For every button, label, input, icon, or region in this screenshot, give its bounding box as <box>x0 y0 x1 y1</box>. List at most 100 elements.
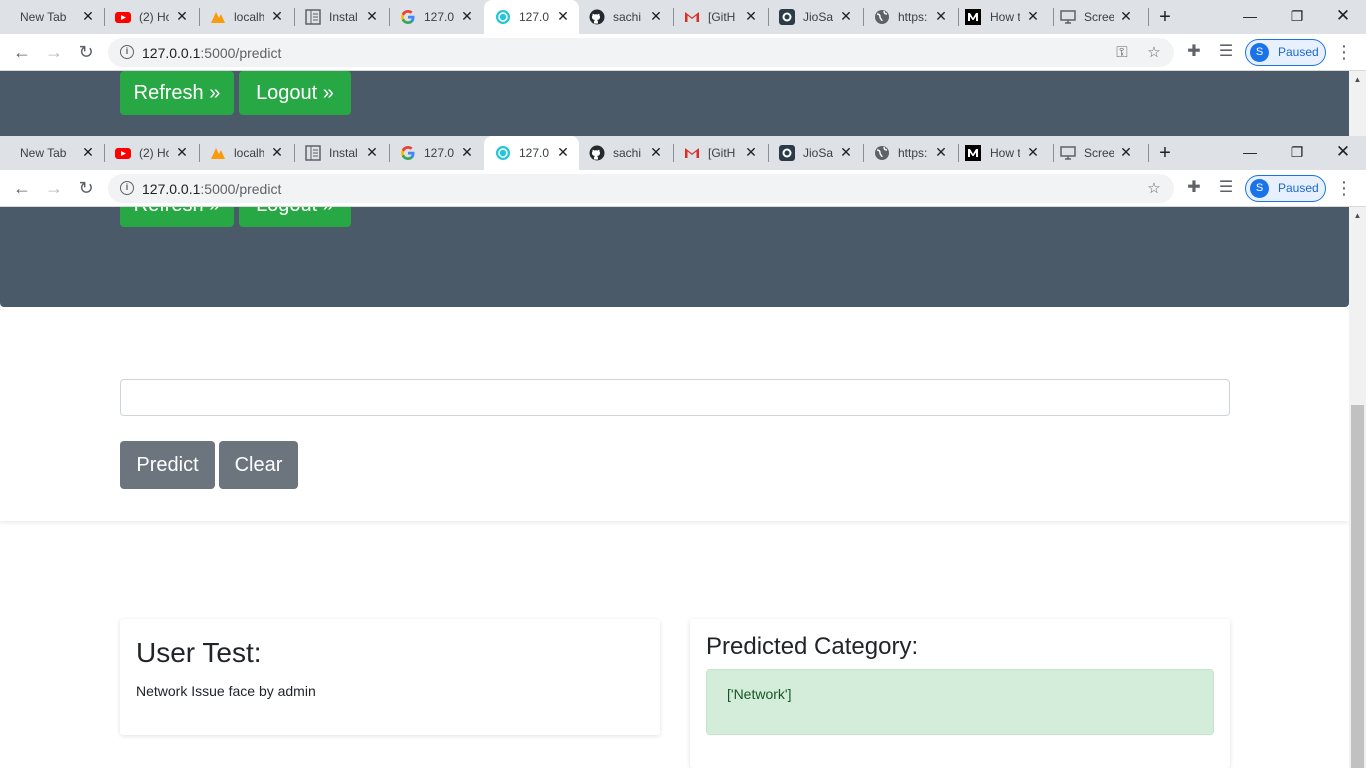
close-icon[interactable]: ✕ <box>174 144 190 160</box>
close-icon[interactable]: ✕ <box>80 144 96 160</box>
close-window-button[interactable]: ✕ <box>1333 6 1353 26</box>
screen-icon <box>1060 146 1076 160</box>
tab-screen[interactable]: Scree ✕ <box>1054 0 1148 34</box>
profile-chip[interactable]: S Paused <box>1245 175 1326 202</box>
close-icon[interactable]: ✕ <box>743 144 759 160</box>
star-icon[interactable]: ☆ <box>1145 44 1163 62</box>
extensions-icon[interactable]: ✚ <box>1183 177 1205 199</box>
logout-button-clipped[interactable]: Logout » <box>239 207 351 227</box>
scrollbar[interactable]: ▲ <box>1349 207 1366 768</box>
tab-medium[interactable]: How t ✕ <box>959 0 1053 34</box>
media-queue-icon[interactable]: ☰ <box>1215 177 1237 199</box>
logout-button[interactable]: Logout » <box>239 71 351 115</box>
close-icon[interactable]: ✕ <box>1025 8 1041 24</box>
extensions-icon[interactable]: ✚ <box>1183 41 1205 63</box>
new-tab-button[interactable]: + <box>1155 143 1175 163</box>
predict-button[interactable]: Predict <box>120 441 215 489</box>
tab-new-tab[interactable]: New Tab ✕ <box>8 0 104 34</box>
close-icon[interactable]: ✕ <box>80 8 96 24</box>
globe-icon <box>875 10 889 24</box>
close-icon[interactable]: ✕ <box>838 8 854 24</box>
more-menu-icon[interactable]: ⋮ <box>1333 177 1355 199</box>
tab-google[interactable]: 127.0 ✕ <box>390 136 484 170</box>
close-icon[interactable]: ✕ <box>555 144 571 160</box>
tab-active-app[interactable]: 127.0 ✕ <box>484 0 579 34</box>
tab-localhost[interactable]: localh ✕ <box>200 136 294 170</box>
globe-icon <box>875 146 889 160</box>
scrollbar-upper[interactable]: ▲ <box>1349 71 1366 136</box>
refresh-button-clipped[interactable]: Refresh » <box>120 207 234 227</box>
close-icon[interactable]: ✕ <box>1118 8 1134 24</box>
tab-localhost[interactable]: localh ✕ <box>200 0 294 34</box>
back-arrow-icon[interactable]: ← <box>10 176 34 200</box>
close-icon[interactable]: ✕ <box>1118 144 1134 160</box>
close-icon[interactable]: ✕ <box>838 144 854 160</box>
reload-icon[interactable]: ↻ <box>74 176 98 200</box>
refresh-button[interactable]: Refresh » <box>120 207 234 227</box>
tab-youtube[interactable]: (2) Ho ✕ <box>105 0 199 34</box>
reload-icon[interactable]: ↻ <box>74 40 98 64</box>
tab-medium[interactable]: How t ✕ <box>959 136 1053 170</box>
minimize-button[interactable]: ― <box>1240 142 1260 162</box>
close-icon[interactable]: ✕ <box>1025 144 1041 160</box>
user-test-text: Network Issue face by admin <box>136 683 316 699</box>
close-icon[interactable]: ✕ <box>648 8 664 24</box>
address-bar[interactable]: i 127.0.0.1:5000/predict ☆ <box>108 174 1174 203</box>
star-icon[interactable]: ☆ <box>1145 180 1163 198</box>
minimize-button[interactable]: ― <box>1240 6 1260 26</box>
tab-label: (2) Ho <box>139 146 169 160</box>
close-icon[interactable]: ✕ <box>459 8 475 24</box>
tab-screen[interactable]: Scree ✕ <box>1054 136 1148 170</box>
tab-new-tab[interactable]: New Tab ✕ <box>8 136 104 170</box>
scrollbar-thumb[interactable] <box>1351 405 1364 768</box>
close-icon[interactable]: ✕ <box>933 144 949 160</box>
restore-button[interactable]: ❐ <box>1287 142 1307 162</box>
clear-button[interactable]: Clear <box>219 441 298 489</box>
tab-github[interactable]: sachi ✕ <box>579 0 673 34</box>
close-icon[interactable]: ✕ <box>269 8 285 24</box>
forward-arrow-icon[interactable]: → <box>42 40 66 64</box>
close-icon[interactable]: ✕ <box>174 8 190 24</box>
site-info-icon[interactable]: i <box>120 181 134 195</box>
tab-youtube[interactable]: (2) Ho ✕ <box>105 136 199 170</box>
new-tab-button[interactable]: + <box>1155 7 1175 27</box>
restore-button[interactable]: ❐ <box>1287 6 1307 26</box>
tab-google[interactable]: 127.0 ✕ <box>390 0 484 34</box>
tab-active-app[interactable]: 127.0 ✕ <box>484 136 579 170</box>
scroll-up-icon[interactable]: ▲ <box>1349 71 1366 88</box>
logout-button[interactable]: Logout » <box>239 207 351 227</box>
close-icon[interactable]: ✕ <box>364 8 380 24</box>
back-arrow-icon[interactable]: ← <box>10 40 34 64</box>
tab-https[interactable]: https: ✕ <box>864 0 958 34</box>
close-icon[interactable]: ✕ <box>933 8 949 24</box>
tab-gmail[interactable]: [GitH ✕ <box>674 0 768 34</box>
tab-gmail[interactable]: [GitH ✕ <box>674 136 768 170</box>
refresh-button[interactable]: Refresh » <box>120 71 234 115</box>
close-icon[interactable]: ✕ <box>459 144 475 160</box>
forward-arrow-icon[interactable]: → <box>42 176 66 200</box>
close-icon[interactable]: ✕ <box>648 144 664 160</box>
tab-jiosaavn[interactable]: JioSa ✕ <box>769 0 863 34</box>
close-icon[interactable]: ✕ <box>743 8 759 24</box>
url-text[interactable]: 127.0.0.1:5000/predict <box>142 181 281 197</box>
more-menu-icon[interactable]: ⋮ <box>1333 41 1355 63</box>
close-icon[interactable]: ✕ <box>555 8 571 24</box>
media-queue-icon[interactable]: ☰ <box>1215 41 1237 63</box>
address-bar[interactable]: i 127.0.0.1:5000/predict ⚿ ☆ <box>108 38 1174 67</box>
url-text[interactable]: 127.0.0.1:5000/predict <box>142 45 281 61</box>
scroll-up-icon[interactable]: ▲ <box>1349 207 1366 224</box>
close-window-button[interactable]: ✕ <box>1333 142 1353 162</box>
tab-github[interactable]: sachi ✕ <box>579 136 673 170</box>
predicted-category-title: Predicted Category: <box>706 633 919 660</box>
profile-chip[interactable]: S Paused <box>1245 39 1326 66</box>
close-icon[interactable]: ✕ <box>364 144 380 160</box>
tab-jiosaavn[interactable]: JioSa ✕ <box>769 136 863 170</box>
text-input[interactable] <box>120 379 1230 416</box>
key-icon[interactable]: ⚿ <box>1113 44 1131 62</box>
tab-install[interactable]: Instal ✕ <box>295 136 389 170</box>
tab-install[interactable]: Instal ✕ <box>295 0 389 34</box>
site-info-icon[interactable]: i <box>120 45 134 59</box>
tab-https[interactable]: https: ✕ <box>864 136 958 170</box>
close-icon[interactable]: ✕ <box>269 144 285 160</box>
predicted-category-alert: ['Network'] <box>706 669 1214 735</box>
